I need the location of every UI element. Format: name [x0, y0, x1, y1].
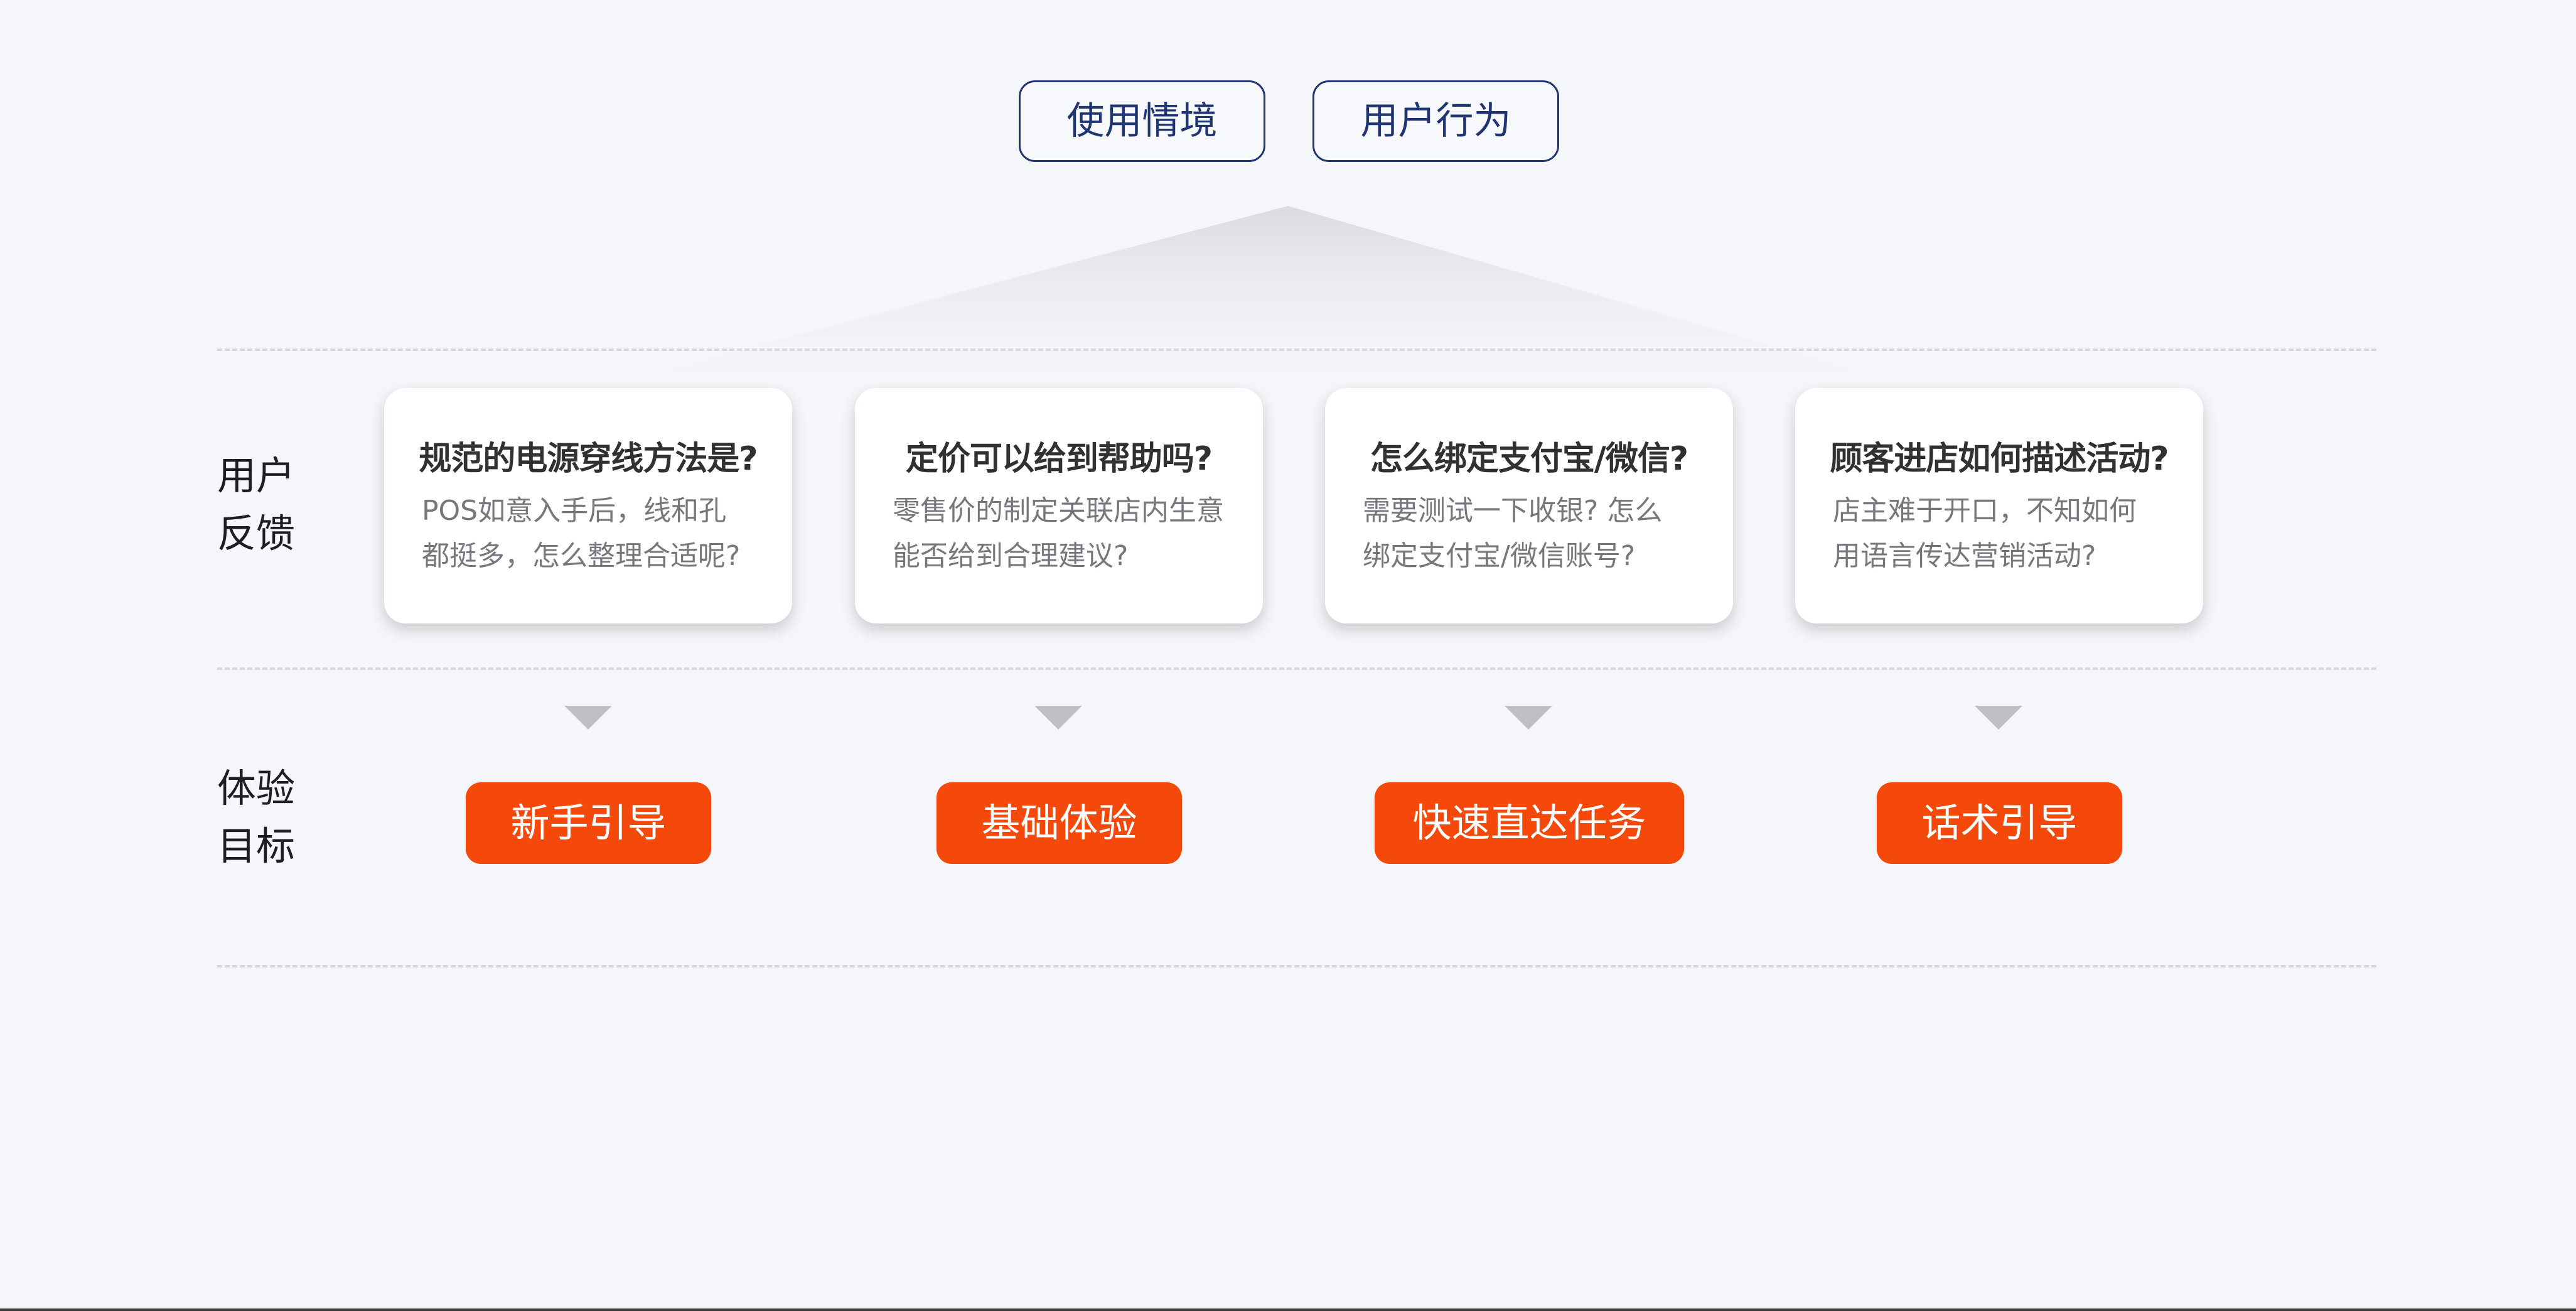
goal-button-basic-experience[interactable]: 基础体验	[936, 782, 1182, 864]
divider-top	[217, 348, 2376, 351]
goal-button-script-guide[interactable]: 话术引导	[1877, 782, 2122, 864]
card-desc-line2: 都挺多，怎么整理合适呢?	[422, 540, 741, 572]
feedback-card-title: 定价可以给到帮助吗?	[905, 440, 1213, 478]
feedback-card-3: 怎么绑定支付宝/微信? 需要测试一下收银? 怎么 绑定支付宝/微信账号?	[1325, 388, 1733, 623]
triangle-down-icon	[564, 706, 612, 730]
goal-button-onboarding[interactable]: 新手引导	[466, 782, 711, 864]
triangle-down-icon	[1034, 706, 1082, 730]
feedback-card-1: 规范的电源穿线方法是? POS如意入手后，线和孔 都挺多，怎么整理合适呢?	[384, 388, 792, 623]
triangle-down-icon	[1975, 706, 2022, 730]
bottom-border-line	[0, 1308, 2576, 1311]
card-desc-line1: 店主难于开口，不知如何	[1833, 495, 2137, 527]
card-desc-line2: 用语言传达营销活动?	[1833, 540, 2096, 572]
feedback-card-4: 顾客进店如何描述活动? 店主难于开口，不知如何 用语言传达营销活动?	[1795, 388, 2203, 623]
card-desc-line2: 绑定支付宝/微信账号?	[1363, 540, 1636, 572]
row-label-feedback-line1: 用户	[217, 453, 296, 499]
card-desc-line1: POS如意入手后，线和孔	[422, 495, 727, 527]
card-desc-line2: 能否给到合理建议?	[893, 540, 1129, 572]
divider-bottom	[217, 965, 2376, 968]
feedback-card-title: 顾客进店如何描述活动?	[1830, 440, 2169, 478]
row-label-goal-line2: 目标	[217, 823, 296, 869]
feedback-card-title: 怎么绑定支付宝/微信?	[1370, 440, 1688, 478]
roof-triangle	[638, 206, 1880, 377]
feedback-card-desc: 需要测试一下收银? 怎么 绑定支付宝/微信账号?	[1363, 488, 1714, 579]
feedback-card-desc: 店主难于开口，不知如何 用语言传达营销活动?	[1833, 488, 2184, 579]
card-desc-line1: 零售价的制定关联店内生意	[893, 495, 1224, 527]
row-label-experience-goal: 体验 目标	[217, 760, 318, 875]
goal-button-quick-task[interactable]: 快速直达任务	[1375, 782, 1684, 864]
card-desc-line1: 需要测试一下收银? 怎么	[1363, 495, 1663, 527]
divider-middle	[217, 667, 2376, 670]
row-label-feedback-line2: 反馈	[217, 510, 296, 556]
feedback-card-desc: POS如意入手后，线和孔 都挺多，怎么整理合适呢?	[422, 488, 773, 579]
row-label-user-feedback: 用户 反馈	[217, 447, 318, 563]
feedback-card-title: 规范的电源穿线方法是?	[419, 440, 758, 478]
row-label-goal-line1: 体验	[217, 765, 296, 811]
diagram-stage: 使用情境 用户行为 用户 反馈 体验 目标 规范的电源穿线方法是? POS如意入…	[0, 0, 2576, 1311]
feedback-card-desc: 零售价的制定关联店内生意 能否给到合理建议?	[893, 488, 1244, 579]
roof-shape	[638, 206, 1880, 377]
feedback-card-2: 定价可以给到帮助吗? 零售价的制定关联店内生意 能否给到合理建议?	[855, 388, 1263, 623]
triangle-down-icon	[1505, 706, 1552, 730]
